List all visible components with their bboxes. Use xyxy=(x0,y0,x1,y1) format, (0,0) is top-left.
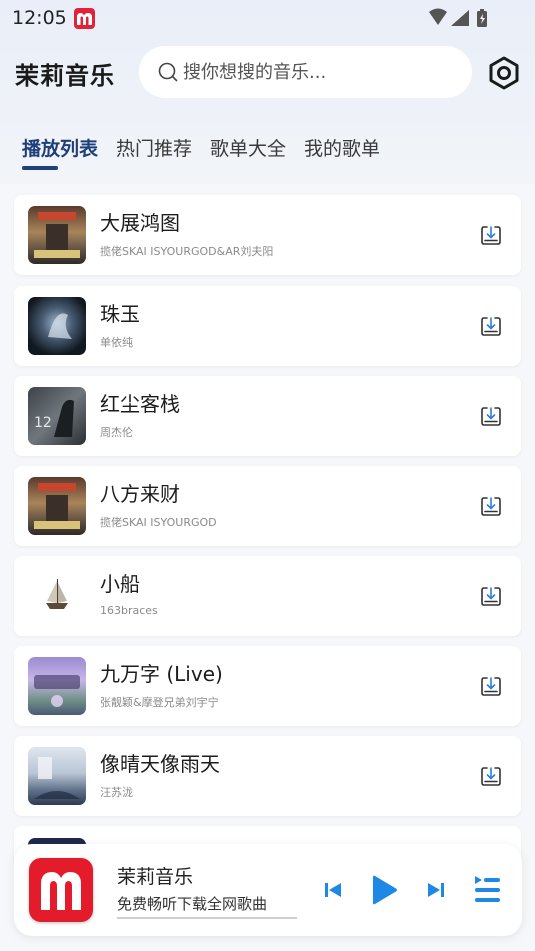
status-time: 12:05 xyxy=(12,7,67,29)
song-title: 八方来财 xyxy=(100,482,180,506)
album-cover xyxy=(28,747,86,805)
song-artist: 揽佬SKAI ISYOURGOD&AR刘夫阳 xyxy=(100,245,274,258)
download-icon[interactable] xyxy=(480,585,502,607)
download-icon[interactable] xyxy=(480,765,502,787)
song-row[interactable]: 小船 163braces xyxy=(14,556,521,636)
song-title: 像晴天像雨天 xyxy=(100,752,220,776)
svg-text:12: 12 xyxy=(34,415,52,431)
play-icon[interactable] xyxy=(370,875,398,905)
active-tab-indicator xyxy=(22,166,58,170)
tab-my-playlists[interactable]: 我的歌单 xyxy=(304,134,380,161)
player-progress-bar[interactable] xyxy=(117,917,297,919)
song-row[interactable]: 像晴天像雨天 汪苏泷 xyxy=(14,736,521,816)
tab-song-lists[interactable]: 歌单大全 xyxy=(210,134,286,161)
playlist-icon[interactable] xyxy=(473,875,501,905)
song-row[interactable]: 八方来财 揽佬SKAI ISYOURGOD xyxy=(14,466,521,546)
app-title: 茉莉音乐 xyxy=(15,62,115,90)
app-logo xyxy=(29,858,93,922)
album-cover xyxy=(28,567,86,625)
song-row[interactable]: 大展鸿图 揽佬SKAI ISYOURGOD&AR刘夫阳 xyxy=(14,195,521,275)
previous-icon[interactable] xyxy=(324,881,342,899)
mini-player[interactable]: 茉莉音乐 免费畅听下载全网歌曲 xyxy=(14,844,522,936)
app-notification-icon xyxy=(74,8,95,29)
song-row[interactable]: 九万字 (Live) 张靓颖&摩登兄弟刘宇宁 xyxy=(14,646,521,726)
download-icon[interactable] xyxy=(480,495,502,517)
song-artist: 单依纯 xyxy=(100,336,133,349)
search-input[interactable] xyxy=(183,56,453,88)
song-row[interactable]: 珠玉 单依纯 xyxy=(14,286,521,366)
player-title: 茉莉音乐 xyxy=(117,866,194,888)
song-artist: 163braces xyxy=(100,604,158,617)
search-icon xyxy=(158,62,178,82)
player-subtitle: 免费畅听下载全网歌曲 xyxy=(117,895,268,913)
tab-playlist[interactable]: 播放列表 xyxy=(22,134,98,161)
settings-icon[interactable] xyxy=(487,56,521,90)
song-title: 大展鸿图 xyxy=(100,211,180,235)
song-title: 九万字 (Live) xyxy=(100,662,223,686)
next-icon[interactable] xyxy=(427,881,445,899)
album-cover xyxy=(28,477,86,535)
wifi-icon xyxy=(429,8,447,25)
song-title: 小船 xyxy=(100,572,140,596)
download-icon[interactable] xyxy=(480,675,502,697)
download-icon[interactable] xyxy=(480,405,502,427)
album-cover: 12 xyxy=(28,387,86,445)
status-bar: 12:05 xyxy=(0,0,535,36)
search-bar[interactable] xyxy=(139,46,472,98)
song-title: 红尘客栈 xyxy=(100,392,180,416)
album-cover xyxy=(28,297,86,355)
tab-hot-recommend[interactable]: 热门推荐 xyxy=(116,134,192,161)
download-icon[interactable] xyxy=(480,224,502,246)
status-icons xyxy=(429,8,487,27)
song-artist: 汪苏泷 xyxy=(100,786,133,799)
signal-icon xyxy=(451,10,469,26)
song-artist: 张靓颖&摩登兄弟刘宇宁 xyxy=(100,696,219,709)
album-cover xyxy=(28,206,86,264)
song-artist: 揽佬SKAI ISYOURGOD xyxy=(100,516,217,529)
download-icon[interactable] xyxy=(480,315,502,337)
song-title: 珠玉 xyxy=(100,302,140,326)
song-row[interactable]: 12 红尘客栈 周杰伦 xyxy=(14,376,521,456)
song-artist: 周杰伦 xyxy=(100,426,133,439)
album-cover xyxy=(28,657,86,715)
